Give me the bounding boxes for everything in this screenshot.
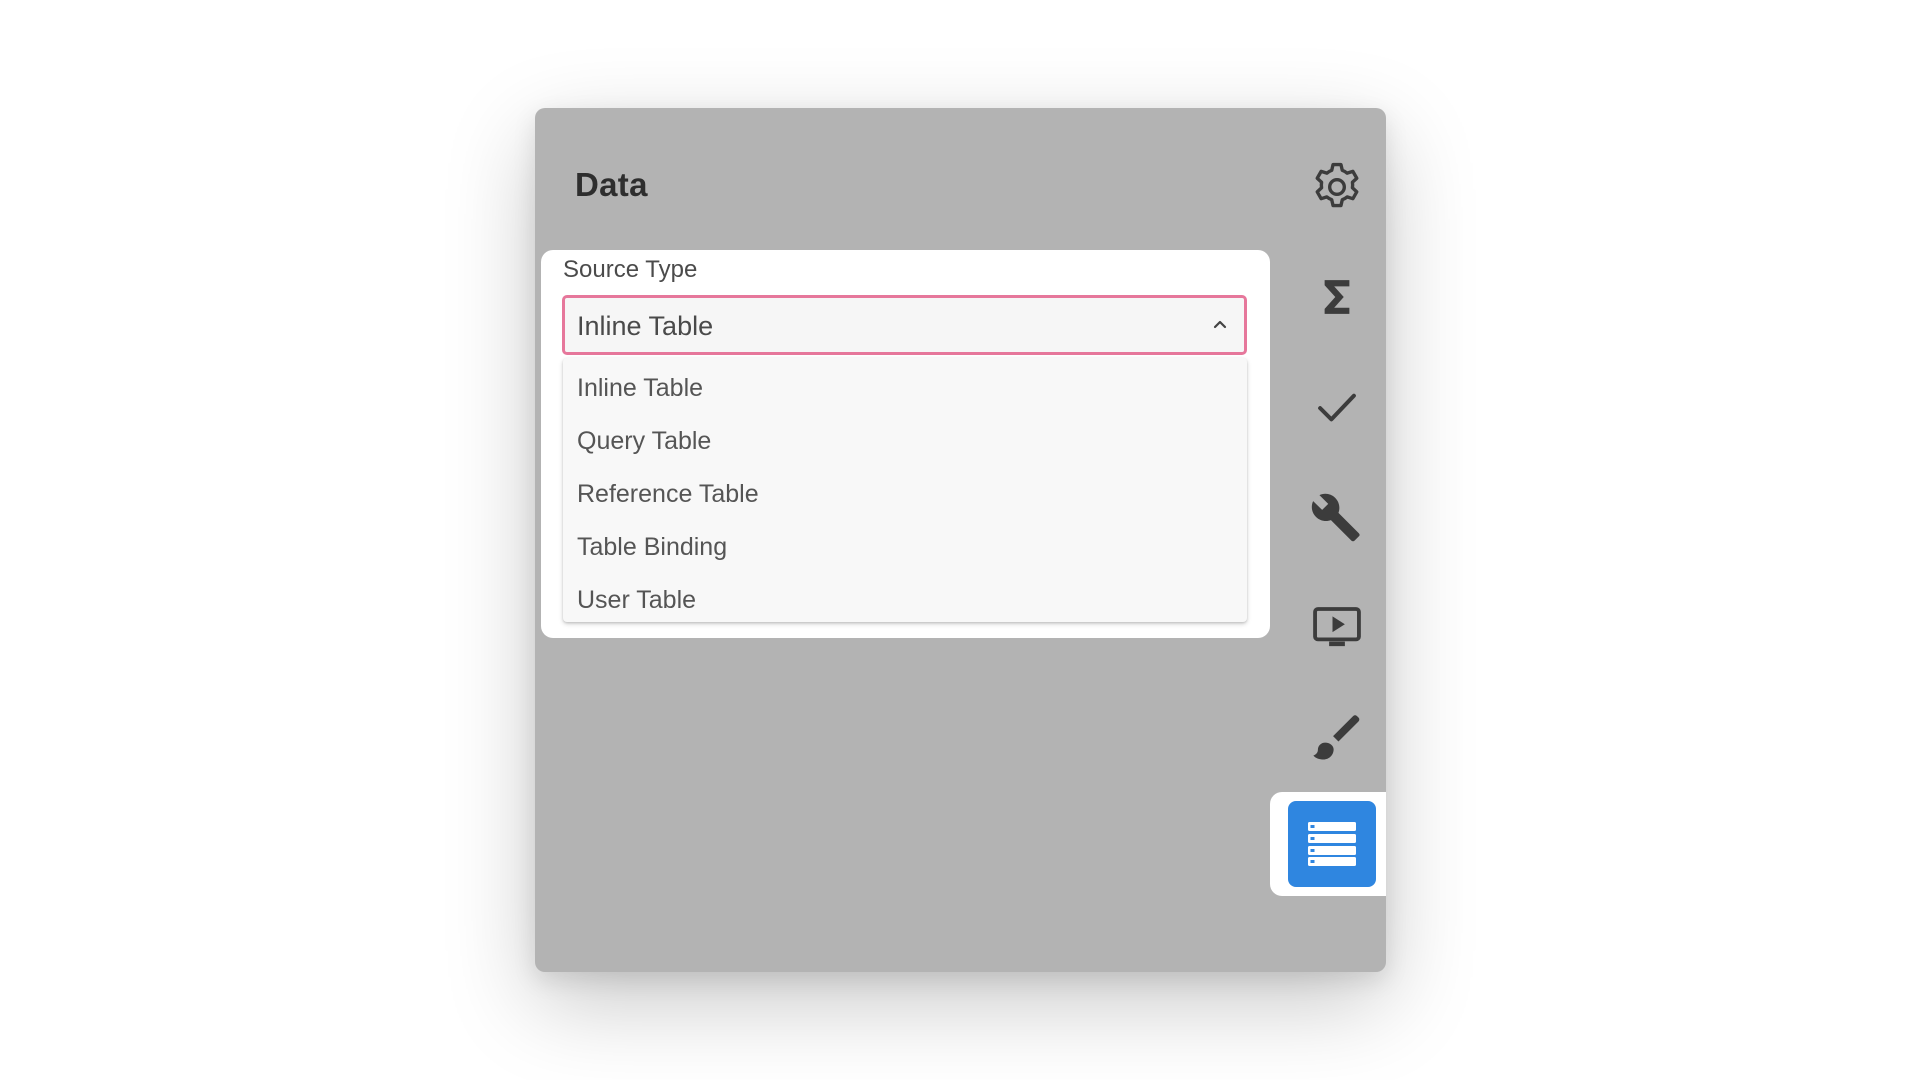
source-type-label: Source Type — [563, 256, 698, 283]
option-user-table[interactable]: User Table — [563, 574, 1247, 622]
source-type-dropdown-menu: Inline Table Query Table Reference Table… — [563, 358, 1247, 622]
source-type-select[interactable]: Inline Table — [562, 295, 1247, 355]
check-icon[interactable] — [1310, 380, 1364, 434]
brush-icon[interactable] — [1310, 710, 1364, 764]
play-screen-icon[interactable] — [1310, 600, 1364, 654]
gear-icon[interactable] — [1310, 160, 1364, 214]
option-inline-table[interactable]: Inline Table — [563, 362, 1247, 415]
option-reference-table[interactable]: Reference Table — [563, 468, 1247, 521]
table-rows-icon — [1308, 822, 1356, 866]
option-table-binding[interactable]: Table Binding — [563, 521, 1247, 574]
data-panel: Data Source Type Inline Table Inline Tab… — [535, 108, 1386, 972]
source-type-card: Source Type Inline Table Inline Table Qu… — [541, 250, 1270, 638]
wrench-icon[interactable] — [1310, 490, 1364, 544]
source-type-selected-value: Inline Table — [577, 311, 714, 341]
table-rows-button[interactable] — [1288, 801, 1376, 887]
table-rows-tab[interactable] — [1270, 792, 1386, 896]
chevron-up-icon[interactable] — [1212, 316, 1228, 332]
option-query-table[interactable]: Query Table — [563, 415, 1247, 468]
sigma-icon[interactable] — [1310, 270, 1364, 324]
panel-title: Data — [575, 166, 648, 203]
